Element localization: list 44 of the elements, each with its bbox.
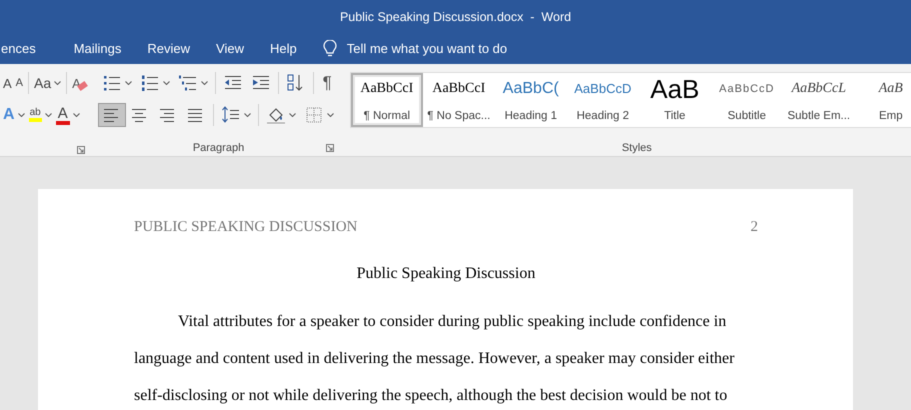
caret-icon <box>72 113 80 117</box>
caret-icon <box>288 113 296 117</box>
window-title: Public Speaking Discussion.docx - Word <box>340 10 572 24</box>
increase-indent-icon <box>250 74 271 92</box>
multilevel-list-icon <box>178 74 198 92</box>
caret-icon <box>244 113 251 117</box>
paint-bucket-icon <box>266 106 286 124</box>
highlight-button[interactable]: ab <box>26 103 54 127</box>
line-spacing-icon <box>220 106 241 124</box>
body-text-line: Vital attributes for a speaker to consider during public speaking include confidence in <box>178 313 726 330</box>
font-color-button[interactable]: A <box>54 103 82 127</box>
numbered-list-icon <box>140 74 160 92</box>
caret-icon <box>44 113 52 117</box>
tell-me-field[interactable]: Tell me what you want to do <box>346 41 508 56</box>
ribbon-tab[interactable]: Mailings <box>60 33 134 64</box>
caret-icon <box>162 81 170 85</box>
ribbon-tab[interactable]: View <box>203 33 257 64</box>
style-option[interactable]: AaBbCcI ¶ Normal <box>350 73 423 127</box>
change-case-button[interactable]: Aa <box>32 71 64 95</box>
dialog-launcher-icon[interactable] <box>76 146 85 154</box>
borders-icon <box>304 106 324 124</box>
caret-icon <box>326 113 334 117</box>
caret-icon <box>54 81 62 85</box>
shrink-font-button[interactable]: A <box>14 71 26 95</box>
align-left-button[interactable] <box>98 103 126 127</box>
group-label: Styles <box>622 142 652 154</box>
marks-button[interactable]: ¶ <box>316 71 338 95</box>
ribbon-tab[interactable]: ences <box>1 33 49 64</box>
caret-icon <box>200 81 208 85</box>
body-text-line: self-disclosing or not while delivering the speech, although the best decision would be not to <box>134 387 728 404</box>
running-head: PUBLIC SPEAKING DISCUSSION <box>134 219 358 236</box>
ribbon-tab[interactable]: Help <box>256 33 310 64</box>
caret-icon <box>124 81 132 85</box>
group-label: Paragraph <box>192 142 244 154</box>
dialog-launcher-icon[interactable] <box>326 144 334 152</box>
ribbon-tab[interactable]: Review <box>134 33 204 64</box>
caret-icon <box>18 113 25 117</box>
lightbulb-icon <box>322 40 337 58</box>
grow-font-button[interactable]: A <box>1 71 14 95</box>
document-title: Public Speaking Discussion <box>356 265 536 282</box>
page-number: 2 <box>750 219 758 236</box>
bulleted-list-icon <box>102 74 122 92</box>
body-text-line: language and content used in delivering the message. However, a speaker may consider either <box>134 350 734 367</box>
decrease-indent-icon <box>222 74 243 92</box>
